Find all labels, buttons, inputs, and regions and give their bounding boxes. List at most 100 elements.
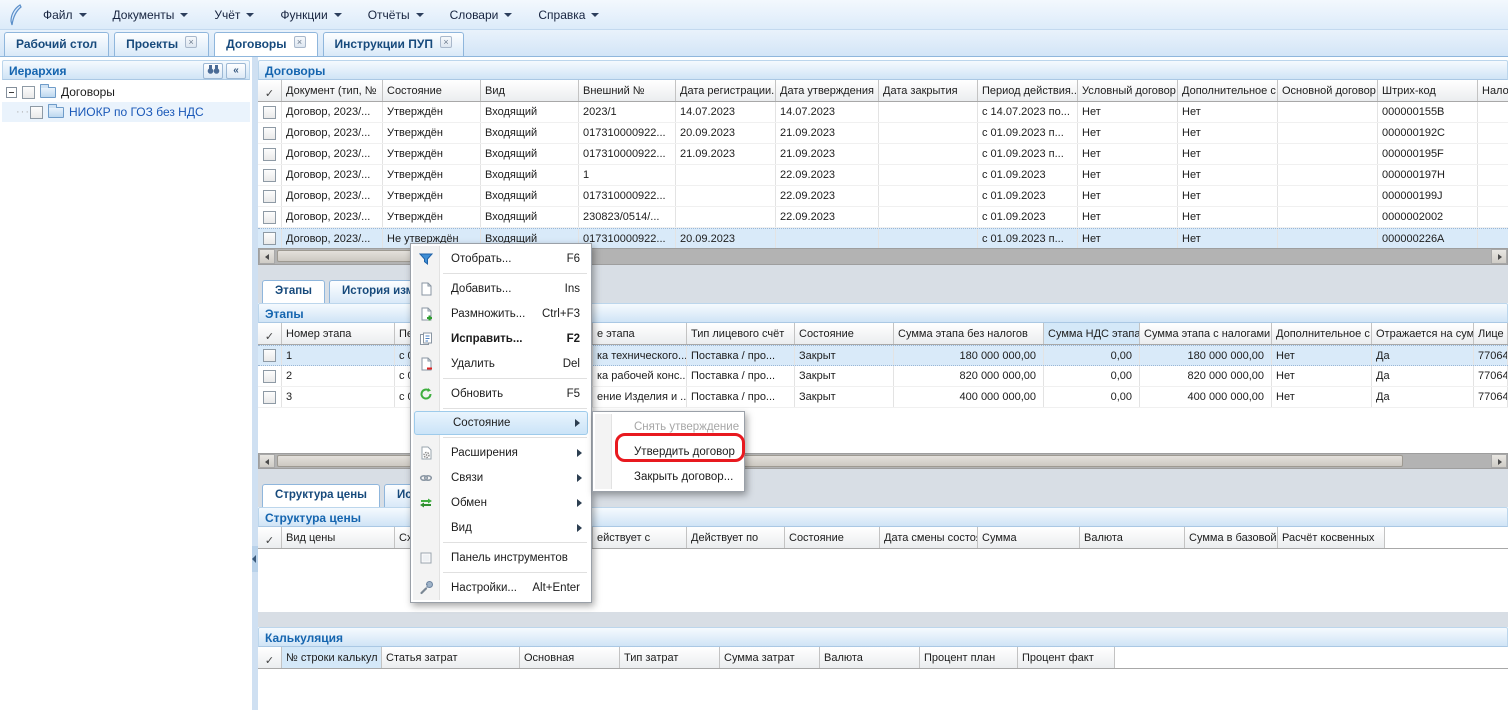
column-header[interactable]: Внешний № — [579, 80, 676, 101]
column-header[interactable]: Дата утверждения — [776, 80, 879, 101]
column-header[interactable]: Условный договор — [1078, 80, 1178, 101]
column-header[interactable]: Документ (тип, № — [282, 80, 383, 101]
price-tab-Структура цены[interactable]: Структура цены — [262, 484, 380, 507]
search-button[interactable] — [203, 63, 223, 79]
tab-Проекты[interactable]: Проекты× — [114, 32, 209, 56]
menu-item-Удалить[interactable]: УдалитьDel — [413, 351, 589, 376]
row-checkbox[interactable] — [263, 106, 276, 119]
row-checkbox[interactable] — [263, 349, 276, 362]
column-header[interactable]: Сумма затрат — [720, 647, 820, 668]
collapse-node-icon[interactable] — [6, 87, 17, 98]
tree-item-niokr[interactable]: ··· НИОКР по ГОЗ без НДС — [2, 102, 250, 122]
close-icon[interactable]: × — [440, 36, 452, 48]
stages-tab-Этапы[interactable]: Этапы — [262, 280, 325, 303]
scroll-left-button[interactable] — [259, 454, 275, 468]
column-header[interactable]: ✓ — [258, 527, 282, 548]
column-header[interactable]: Валюта — [1080, 527, 1185, 548]
column-header[interactable]: Сумма этапа без налогов — [894, 323, 1044, 344]
table-row[interactable]: Договор, 2023/...УтверждёнВходящий017310… — [258, 123, 1508, 144]
row-checkbox[interactable] — [263, 391, 276, 404]
tree-item-contracts[interactable]: Договоры — [2, 82, 250, 102]
column-header[interactable]: Дата закрытия — [879, 80, 978, 101]
tab-Договоры[interactable]: Договоры× — [214, 32, 317, 56]
column-header[interactable]: Дата регистрации. — [676, 80, 776, 101]
tab-Рабочий стол[interactable]: Рабочий стол — [4, 32, 109, 56]
menu-item-Состояние[interactable]: Состояние — [414, 411, 588, 435]
menu-item-Утвердить договор[interactable]: Утвердить договор — [595, 439, 742, 464]
menu-item-Отобрать[interactable]: Отобрать...F6 — [413, 246, 589, 271]
column-header[interactable]: Сумма этапа с налогами — [1140, 323, 1272, 344]
close-icon[interactable]: × — [185, 36, 197, 48]
column-header[interactable]: № строки калькул — [282, 647, 382, 668]
column-header[interactable]: Основной договор — [1278, 80, 1378, 101]
menu-item-Обмен[interactable]: Обмен — [413, 490, 589, 515]
table-row[interactable]: Договор, 2023/...УтверждёнВходящий230823… — [258, 207, 1508, 228]
row-checkbox[interactable] — [263, 232, 276, 245]
collapse-panel-button[interactable]: « — [226, 63, 246, 79]
tree-checkbox[interactable] — [30, 106, 43, 119]
tab-Инструкции ПУП[interactable]: Инструкции ПУП× — [323, 32, 464, 56]
column-header[interactable]: Состояние — [785, 527, 880, 548]
menubar-item[interactable]: Файл — [30, 0, 100, 29]
column-header[interactable]: Штрих-код — [1378, 80, 1478, 101]
row-checkbox[interactable] — [263, 211, 276, 224]
column-header[interactable]: ✓ — [258, 80, 282, 101]
column-header[interactable]: е этапа — [593, 323, 687, 344]
column-header[interactable]: Основная — [520, 647, 620, 668]
column-header[interactable]: Тип лицевого счёт — [687, 323, 795, 344]
tree-checkbox[interactable] — [22, 86, 35, 99]
column-header[interactable]: Сумма — [978, 527, 1080, 548]
menubar-item[interactable]: Учёт — [201, 0, 267, 29]
menubar-item[interactable]: Отчёты — [355, 0, 437, 29]
column-header[interactable]: Отражается на сум — [1372, 323, 1474, 344]
column-header[interactable]: Процент план — [920, 647, 1018, 668]
column-header[interactable]: Лице — [1474, 323, 1508, 344]
menu-item-Связи[interactable]: Связи — [413, 465, 589, 490]
column-header[interactable]: Нало — [1478, 80, 1508, 101]
scroll-right-button[interactable] — [1491, 249, 1507, 264]
table-row[interactable]: Договор, 2023/...УтверждёнВходящий2023/1… — [258, 102, 1508, 123]
column-header[interactable]: Номер этапа — [282, 323, 395, 344]
column-header[interactable]: Период действия.. — [978, 80, 1078, 101]
column-header[interactable]: Состояние — [383, 80, 481, 101]
row-checkbox[interactable] — [263, 148, 276, 161]
row-checkbox[interactable] — [263, 169, 276, 182]
menu-item-Обновить[interactable]: ОбновитьF5 — [413, 381, 589, 406]
column-header[interactable]: Дополнительное с — [1272, 323, 1372, 344]
column-header[interactable]: Сумма НДС этапа — [1044, 323, 1140, 344]
menu-item-Добавить[interactable]: Добавить...Ins — [413, 276, 589, 301]
table-row[interactable]: Договор, 2023/...УтверждёнВходящий122.09… — [258, 165, 1508, 186]
scroll-right-button[interactable] — [1491, 454, 1507, 468]
column-header[interactable]: Расчёт косвенных — [1278, 527, 1385, 548]
row-checkbox[interactable] — [263, 127, 276, 140]
column-header[interactable]: Валюта — [820, 647, 920, 668]
menubar-item[interactable]: Документы — [100, 0, 202, 29]
menu-item-Размножить[interactable]: Размножить...Ctrl+F3 — [413, 301, 589, 326]
column-header[interactable]: Дата смены состоя — [880, 527, 978, 548]
column-header[interactable]: ействует с — [593, 527, 687, 548]
column-header[interactable]: Вид — [481, 80, 579, 101]
table-row[interactable]: Договор, 2023/...УтверждёнВходящий017310… — [258, 144, 1508, 165]
menubar-item[interactable]: Справка — [525, 0, 612, 29]
row-checkbox[interactable] — [263, 370, 276, 383]
menu-item-Исправить[interactable]: Исправить...F2 — [413, 326, 589, 351]
column-header[interactable]: Тип затрат — [620, 647, 720, 668]
column-header[interactable]: Сумма в базовой в — [1185, 527, 1278, 548]
column-header[interactable]: Действует по — [687, 527, 785, 548]
column-header[interactable]: Вид цены — [282, 527, 395, 548]
menu-item-Вид[interactable]: Вид — [413, 515, 589, 540]
column-header[interactable]: Состояние — [795, 323, 894, 344]
scroll-left-button[interactable] — [259, 249, 275, 264]
menu-item-Расширения[interactable]: Расширения — [413, 440, 589, 465]
table-row[interactable]: Договор, 2023/...УтверждёнВходящий017310… — [258, 186, 1508, 207]
column-header[interactable]: ✓ — [258, 323, 282, 344]
menu-item-Закрыть договор[interactable]: Закрыть договор... — [595, 464, 742, 489]
row-checkbox[interactable] — [263, 190, 276, 203]
column-header[interactable]: ✓ — [258, 647, 282, 668]
menu-item-Настройки[interactable]: Настройки...Alt+Enter — [413, 575, 589, 600]
menubar-item[interactable]: Словари — [437, 0, 526, 29]
menubar-item[interactable]: Функции — [267, 0, 354, 29]
column-header[interactable]: Дополнительное с — [1178, 80, 1278, 101]
column-header[interactable]: Процент факт — [1018, 647, 1115, 668]
column-header[interactable]: Статья затрат — [382, 647, 520, 668]
